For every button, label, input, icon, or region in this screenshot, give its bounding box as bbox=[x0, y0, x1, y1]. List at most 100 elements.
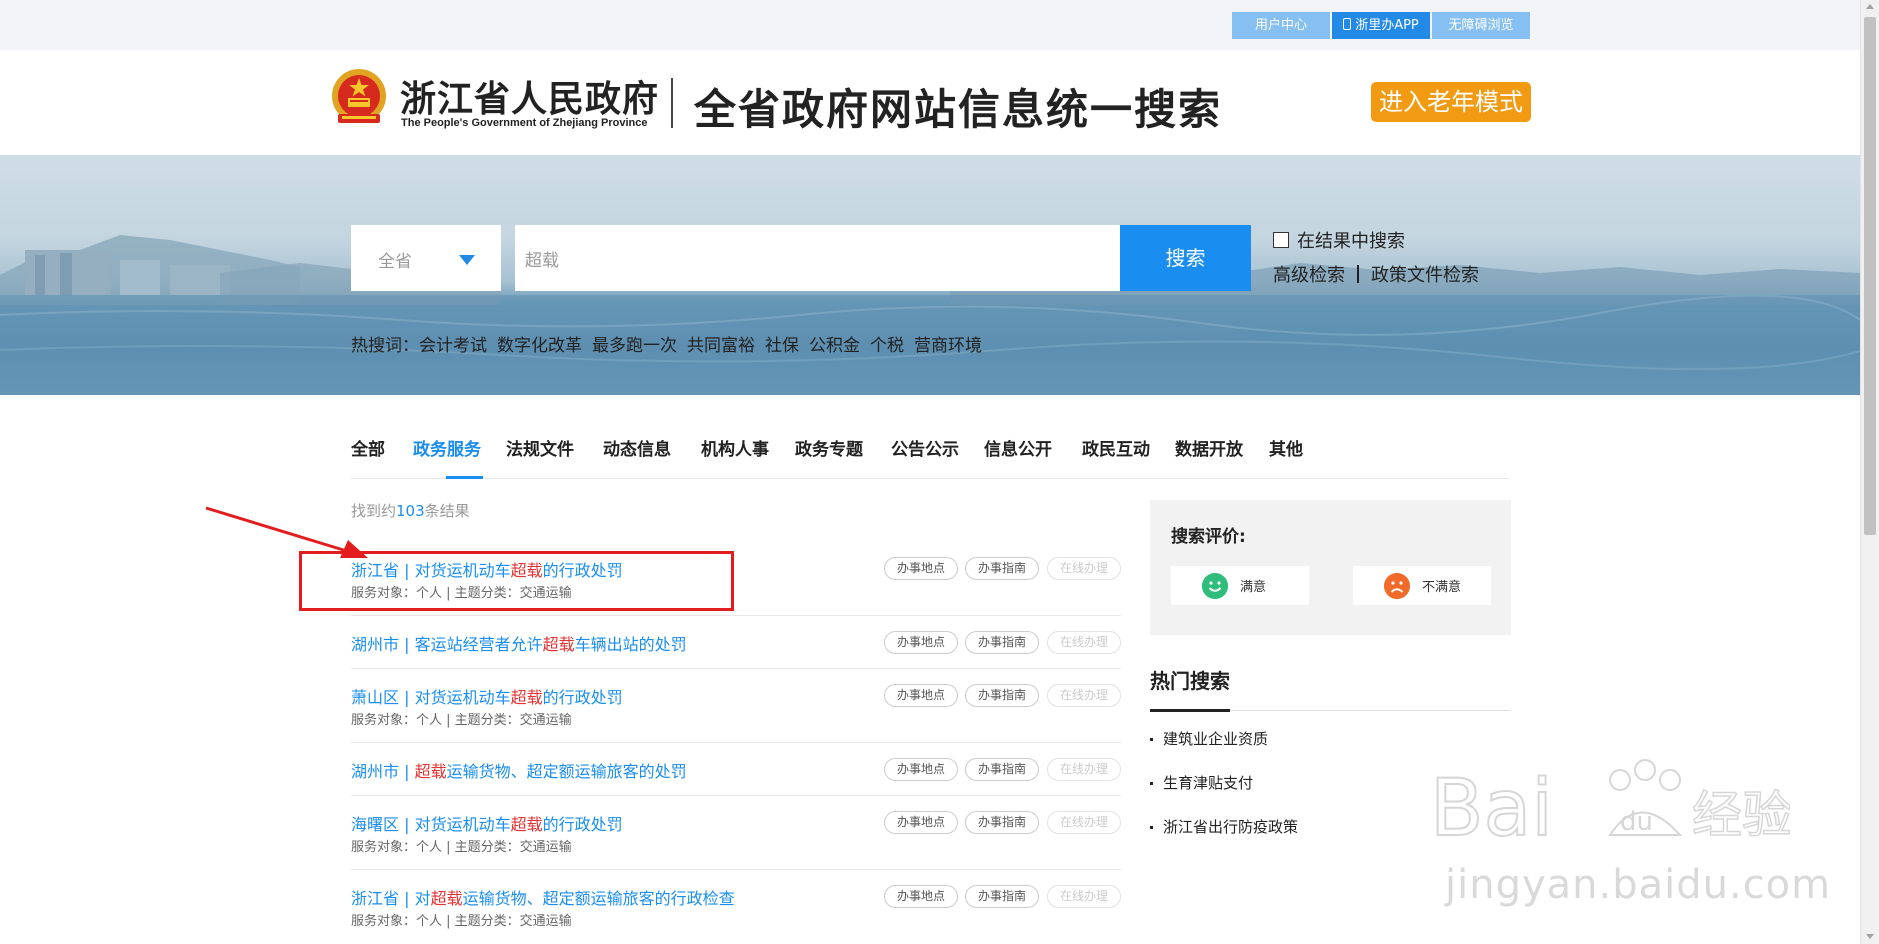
hot-search-title-underline bbox=[1150, 709, 1230, 712]
location-button[interactable]: 办事地点 bbox=[884, 758, 958, 781]
hot-word[interactable]: 营商环境 bbox=[914, 331, 982, 356]
result-count-number: 103 bbox=[396, 502, 425, 520]
hot-word[interactable]: 最多跑一次 bbox=[592, 331, 677, 356]
tab-personnel[interactable]: 机构人事 bbox=[701, 435, 769, 460]
vertical-scrollbar[interactable] bbox=[1860, 0, 1879, 944]
result-title-link[interactable]: 湖州市 | 超载运输货物、超定额运输旅客的处罚 bbox=[351, 758, 687, 782]
hot-word[interactable]: 社保 bbox=[765, 331, 799, 356]
guide-button[interactable]: 办事指南 bbox=[965, 631, 1039, 654]
guide-button[interactable]: 办事指南 bbox=[965, 557, 1039, 580]
scrollbar-thumb[interactable] bbox=[1864, 17, 1876, 535]
result-title-link[interactable]: 海曙区 | 对货运机动车超载的行政处罚 bbox=[351, 811, 623, 835]
active-tab-indicator bbox=[446, 476, 483, 479]
result-item: 湖州市 | 客运站经营者允许超载车辆出站的处罚 办事地点 办事指南 在线办理 bbox=[351, 616, 1121, 669]
online-handling-button[interactable]: 在线办理 bbox=[1047, 885, 1121, 908]
result-title-suffix: 运输货物、超定额运输旅客的处罚 bbox=[446, 762, 687, 781]
policy-search-link[interactable]: 政策文件检索 bbox=[1371, 261, 1479, 287]
scroll-down-icon[interactable] bbox=[1866, 934, 1874, 939]
hot-word[interactable]: 公积金 bbox=[809, 331, 860, 356]
hot-word[interactable]: 个税 bbox=[870, 331, 904, 356]
advanced-search-link[interactable]: 高级检索 bbox=[1273, 261, 1345, 287]
result-keyword: 超载 bbox=[510, 815, 543, 834]
scroll-up-icon[interactable] bbox=[1866, 4, 1874, 9]
location-button[interactable]: 办事地点 bbox=[884, 811, 958, 834]
utility-links: 用户中心 浙里办APP 无障碍浏览 bbox=[1232, 12, 1530, 39]
annotation-arrow-icon bbox=[205, 506, 368, 558]
page: 用户中心 浙里办APP 无障碍浏览 浙江省人民政府 The People's G… bbox=[0, 0, 1879, 944]
tab-gov-services[interactable]: 政务服务 bbox=[413, 435, 481, 460]
guide-button[interactable]: 办事指南 bbox=[965, 684, 1039, 707]
hot-search-item-label: 建筑业企业资质 bbox=[1163, 730, 1269, 748]
frown-icon bbox=[1384, 572, 1410, 599]
satisfied-label: 满意 bbox=[1240, 580, 1267, 595]
result-keyword: 超载 bbox=[430, 889, 463, 908]
location-button[interactable]: 办事地点 bbox=[884, 684, 958, 707]
result-title-link[interactable]: 湖州市 | 客运站经营者允许超载车辆出站的处罚 bbox=[351, 631, 687, 655]
result-keyword: 超载 bbox=[414, 762, 447, 781]
tab-open-data[interactable]: 数据开放 bbox=[1175, 435, 1243, 460]
result-meta: 服务对象：个人 | 主题分类：交通运输 bbox=[351, 713, 572, 728]
checkbox[interactable] bbox=[1273, 232, 1289, 248]
online-handling-button[interactable]: 在线办理 bbox=[1047, 684, 1121, 707]
result-title-suffix: 运输货物、超定额运输旅客的行政检查 bbox=[462, 889, 735, 908]
hot-word[interactable]: 会计考试 bbox=[419, 331, 487, 356]
unsatisfied-button[interactable]: 不满意 bbox=[1353, 566, 1491, 605]
result-title-prefix: 湖州市 | bbox=[351, 762, 415, 781]
result-title-link[interactable]: 萧山区 | 对货运机动车超载的行政处罚 bbox=[351, 684, 623, 708]
result-item: 萧山区 | 对货运机动车超载的行政处罚 服务对象：个人 | 主题分类：交通运输 … bbox=[351, 669, 1121, 743]
page-title: 全省政府网站信息统一搜索 bbox=[694, 85, 1223, 134]
hot-word[interactable]: 共同富裕 bbox=[687, 331, 755, 356]
accessible-link[interactable]: 无障碍浏览 bbox=[1432, 12, 1530, 39]
rating-title: 搜索评价: bbox=[1171, 527, 1246, 547]
satisfied-button[interactable]: 满意 bbox=[1171, 566, 1309, 605]
online-handling-button[interactable]: 在线办理 bbox=[1047, 811, 1121, 834]
tab-regulations[interactable]: 法规文件 bbox=[506, 435, 574, 460]
tab-other[interactable]: 其他 bbox=[1269, 435, 1303, 460]
tab-news[interactable]: 动态信息 bbox=[603, 435, 671, 460]
advanced-links: 高级检索 政策文件检索 bbox=[1273, 261, 1479, 287]
app-link-label: 浙里办APP bbox=[1355, 18, 1419, 33]
result-title-link[interactable]: 浙江省 | 对超载运输货物、超定额运输旅客的行政检查 bbox=[351, 885, 735, 909]
online-handling-button[interactable]: 在线办理 bbox=[1047, 557, 1121, 580]
hot-search-item[interactable]: 建筑业企业资质 bbox=[1150, 728, 1268, 749]
watermark-url: jingyan.baidu.com bbox=[1445, 862, 1832, 908]
search-button[interactable]: 搜索 bbox=[1120, 225, 1251, 291]
guide-button[interactable]: 办事指南 bbox=[965, 758, 1039, 781]
guide-button[interactable]: 办事指南 bbox=[965, 885, 1039, 908]
location-button[interactable]: 办事地点 bbox=[884, 885, 958, 908]
location-button[interactable]: 办事地点 bbox=[884, 557, 958, 580]
header-divider bbox=[671, 78, 673, 128]
tab-interaction[interactable]: 政民互动 bbox=[1082, 435, 1150, 460]
hot-search-item[interactable]: 浙江省出行防疫政策 bbox=[1150, 816, 1298, 837]
result-keyword: 超载 bbox=[542, 635, 575, 654]
search-in-results-option[interactable]: 在结果中搜索 bbox=[1273, 227, 1405, 253]
result-keyword: 超载 bbox=[510, 688, 543, 707]
result-title-prefix: 湖州市 | 客运站经营者允许 bbox=[351, 635, 543, 654]
user-center-link[interactable]: 用户中心 bbox=[1232, 12, 1330, 39]
search-in-results-label: 在结果中搜索 bbox=[1297, 231, 1405, 252]
result-count-suffix: 条结果 bbox=[424, 502, 470, 520]
tab-all[interactable]: 全部 bbox=[351, 435, 385, 460]
phone-icon bbox=[1343, 18, 1352, 30]
result-item: 湖州市 | 超载运输货物、超定额运输旅客的处罚 办事地点 办事指南 在线办理 bbox=[351, 743, 1121, 796]
online-handling-button[interactable]: 在线办理 bbox=[1047, 758, 1121, 781]
guide-button[interactable]: 办事指南 bbox=[965, 811, 1039, 834]
tab-topics[interactable]: 政务专题 bbox=[795, 435, 863, 460]
hot-search-item[interactable]: 生育津贴支付 bbox=[1150, 772, 1253, 793]
scope-value: 全省 bbox=[378, 252, 412, 272]
result-item: 浙江省 | 对超载运输货物、超定额运输旅客的行政检查 服务对象：个人 | 主题分… bbox=[351, 870, 1121, 944]
elder-mode-button[interactable]: 进入老年模式 bbox=[1371, 82, 1531, 122]
result-title-suffix: 车辆出站的处罚 bbox=[574, 635, 687, 654]
tab-announcements[interactable]: 公告公示 bbox=[891, 435, 959, 460]
scope-dropdown[interactable]: 全省 bbox=[351, 225, 501, 291]
hot-search-item-label: 浙江省出行防疫政策 bbox=[1163, 818, 1299, 836]
tab-disclosure[interactable]: 信息公开 bbox=[984, 435, 1052, 460]
result-title-prefix: 海曙区 | 对货运机动车 bbox=[351, 815, 511, 834]
hot-word[interactable]: 数字化改革 bbox=[497, 331, 582, 356]
app-link[interactable]: 浙里办APP bbox=[1332, 12, 1430, 39]
location-button[interactable]: 办事地点 bbox=[884, 631, 958, 654]
result-item: 海曙区 | 对货运机动车超载的行政处罚 服务对象：个人 | 主题分类：交通运输 … bbox=[351, 796, 1121, 870]
online-handling-button[interactable]: 在线办理 bbox=[1047, 631, 1121, 654]
result-title-suffix: 的行政处罚 bbox=[542, 815, 623, 834]
search-input[interactable] bbox=[515, 225, 1120, 291]
